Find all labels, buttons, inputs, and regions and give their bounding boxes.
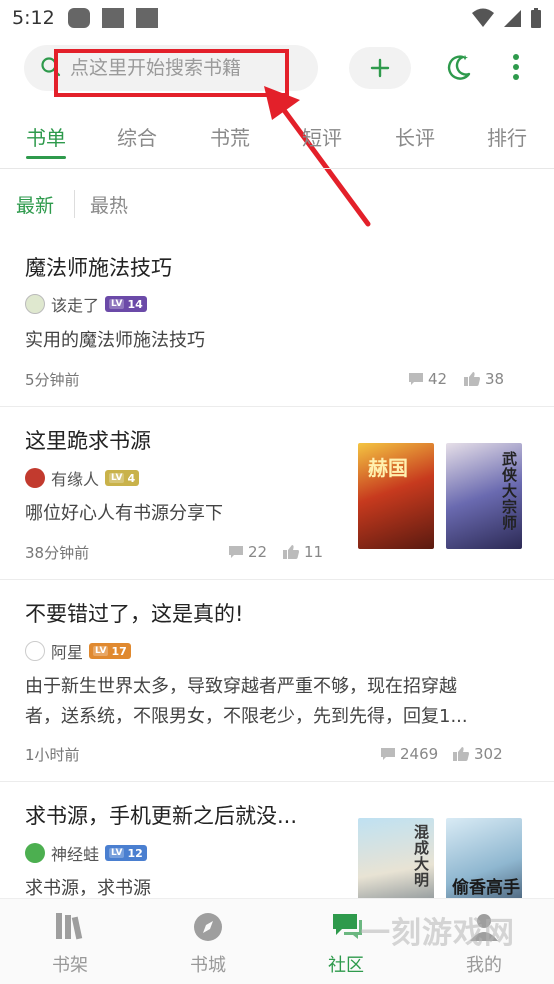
notification-icon [68, 8, 90, 28]
thumbs-up-icon [453, 747, 469, 761]
book-cover[interactable]: 混成大明 [358, 818, 434, 898]
status-bar: 5:12 [0, 0, 554, 36]
comment-icon [229, 546, 243, 558]
community-icon [333, 914, 362, 939]
tab-long-review[interactable]: 长评 [395, 122, 435, 151]
post-time: 5分钟前 [25, 371, 80, 389]
status-time: 5:12 [12, 7, 55, 29]
watermark: 一刻游戏网 [360, 916, 515, 951]
level-badge: LV 12 [105, 845, 147, 861]
compass-icon [194, 913, 222, 941]
like-count[interactable]: 38 [463, 370, 504, 388]
level-badge: LV 4 [105, 470, 140, 486]
post-description: 哪位好心人有书源分享下 [25, 503, 223, 524]
post-description: 实用的魔法师施法技巧 [25, 330, 205, 351]
post-description: 求书源，求书源 [25, 878, 151, 898]
book-cover[interactable]: 赫国 [358, 443, 434, 549]
post-description: 由于新生世界太多，导致穿越者严重不够，现在招穿越 [25, 676, 457, 697]
post-author[interactable]: 阿星 LV 17 [25, 639, 131, 663]
thumbs-up-icon [464, 372, 480, 386]
level-badge: LV 14 [105, 296, 147, 312]
wifi-icon [472, 8, 494, 27]
author-name: 该走了 [51, 296, 100, 315]
post-item[interactable]: 求书源，手机更新之后就没... 神经蛙 LV 12 求书源，求书源 混成大明 偷香… [0, 782, 554, 898]
active-tab-indicator [26, 156, 66, 159]
tab-general[interactable]: 综合 [117, 122, 157, 151]
post-description: 者，送系统，不限男女，不限老少，先到先得，回复1... [25, 706, 468, 727]
category-tabs: 书单 综合 书荒 短评 长评 排行 [0, 112, 554, 160]
nav-label: 书架 [52, 955, 88, 976]
tab-short-review[interactable]: 短评 [302, 122, 342, 151]
post-title: 魔法师施法技巧 [25, 256, 172, 280]
post-title: 这里跪求书源 [25, 429, 151, 453]
tab-book-request[interactable]: 书荒 [210, 122, 250, 151]
post-title: 求书源，手机更新之后就没... [25, 804, 298, 828]
tab-book-list[interactable]: 书单 [26, 122, 66, 151]
author-name: 神经蛙 [51, 845, 100, 864]
notification-icon [102, 8, 124, 28]
avatar [25, 843, 45, 863]
author-name: 有缘人 [51, 470, 100, 489]
highlight-box [54, 49, 289, 97]
night-mode-icon[interactable] [443, 52, 473, 82]
post-author[interactable]: 神经蛙 LV 12 [25, 841, 147, 865]
like-count[interactable]: 11 [282, 543, 323, 561]
comment-count: 2469 [380, 745, 438, 763]
bookshelf-icon [56, 913, 83, 940]
book-cover[interactable]: 偷香高手 [446, 818, 522, 898]
divider [0, 168, 554, 169]
notification-icon [136, 8, 158, 28]
comment-icon [409, 373, 423, 385]
post-time: 1小时前 [25, 746, 80, 764]
signal-icon [504, 10, 521, 27]
nav-label: 社区 [328, 955, 364, 976]
avatar [25, 468, 45, 488]
book-cover[interactable]: 武侠大宗师 [446, 443, 522, 549]
post-time: 38分钟前 [25, 544, 90, 562]
comment-count: 42 [408, 370, 447, 388]
nav-bookstore[interactable]: 书城 [158, 899, 258, 984]
post-item[interactable]: 这里跪求书源 有缘人 LV 4 哪位好心人有书源分享下 38分钟前 22 11 赫… [0, 407, 554, 579]
post-item[interactable]: 魔法师施法技巧 该走了 LV 14 实用的魔法师施法技巧 5分钟前 42 38 [0, 236, 554, 406]
nav-label: 书城 [190, 955, 226, 976]
post-author[interactable]: 该走了 LV 14 [25, 292, 147, 316]
level-badge: LV 17 [89, 643, 131, 659]
subtab-hottest[interactable]: 最热 [90, 191, 128, 218]
plus-icon [370, 58, 390, 78]
more-options-icon[interactable] [506, 52, 526, 82]
post-item[interactable]: 不要错过了，这是真的! 阿星 LV 17 由于新生世界太多，导致穿越者严重不够，现… [0, 580, 554, 781]
avatar [25, 294, 45, 314]
battery-icon [531, 8, 541, 28]
like-count[interactable]: 302 [452, 745, 503, 763]
subtab-latest[interactable]: 最新 [16, 191, 54, 218]
post-title: 不要错过了，这是真的! [25, 602, 244, 626]
author-name: 阿星 [51, 643, 84, 662]
comment-icon [381, 748, 395, 760]
nav-label: 我的 [466, 955, 502, 976]
add-button[interactable] [349, 47, 411, 89]
nav-bookshelf[interactable]: 书架 [20, 899, 120, 984]
tab-ranking[interactable]: 排行 [487, 122, 527, 151]
thumbs-up-icon [283, 545, 299, 559]
divider [74, 190, 75, 218]
post-author[interactable]: 有缘人 LV 4 [25, 466, 140, 490]
avatar [25, 641, 45, 661]
comment-count: 22 [228, 543, 267, 561]
